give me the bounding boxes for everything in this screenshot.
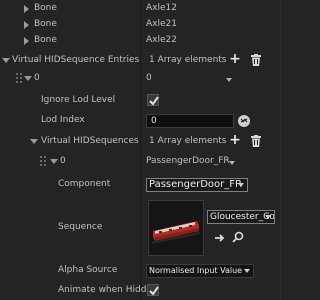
bone-value: Axle12 — [146, 3, 177, 13]
ignore-lod-label: Ignore Lod Level — [41, 95, 116, 105]
collapse-arrow-icon[interactable] — [2, 58, 10, 63]
ignore-lod-row: Ignore Lod Level — [0, 92, 300, 110]
component-row: Component PassengerDoor_FR — [0, 176, 300, 194]
alpha-source-dropdown[interactable]: Normalised Input Value — [146, 264, 254, 278]
dropdown-arrow-icon[interactable] — [226, 78, 232, 82]
delete-icon[interactable] — [251, 54, 261, 66]
bone-label: Bone — [34, 35, 57, 45]
ignore-lod-checkbox[interactable] — [147, 94, 159, 106]
animate-hidden-label: Animate when Hidden — [58, 285, 158, 295]
expand-arrow-icon[interactable] — [24, 21, 29, 29]
hid-sequences-count: 1 Array elements — [149, 136, 227, 146]
sequence-index-label: 0 — [60, 156, 66, 166]
collapse-arrow-icon[interactable] — [24, 76, 32, 81]
chevron-down-icon — [265, 215, 271, 219]
panel-edge — [280, 0, 281, 300]
expand-arrow-icon[interactable] — [24, 5, 29, 13]
bone-label: Bone — [34, 3, 57, 13]
search-icon[interactable] — [232, 231, 244, 243]
lod-index-row: Lod Index 0 — [0, 112, 300, 130]
lod-index-label: Lod Index — [41, 115, 85, 125]
hid-sequences-label: Virtual HIDSequences — [41, 136, 139, 146]
hid-entries-row[interactable]: Virtual HIDSequence Entries 1 Array elem… — [0, 52, 300, 70]
chevron-down-icon — [238, 183, 244, 187]
alpha-source-row: Alpha Source Normalised Input Value — [0, 262, 300, 280]
reset-icon[interactable] — [238, 115, 250, 127]
entry-index-label: 0 — [34, 73, 40, 83]
expand-arrow-icon[interactable] — [24, 37, 29, 45]
hid-entries-label: Virtual HIDSequence Entries — [12, 55, 140, 65]
drag-handle-icon[interactable] — [16, 73, 22, 85]
sequence-label: Sequence — [58, 222, 103, 232]
component-dropdown[interactable]: PassengerDoor_FR — [146, 178, 248, 192]
add-element-icon[interactable]: + — [229, 133, 241, 147]
dropdown-arrow-icon[interactable] — [229, 161, 235, 165]
collapse-arrow-icon[interactable] — [50, 159, 58, 164]
hid-entries-count: 1 Array elements — [149, 55, 227, 65]
sequence-thumbnail[interactable] — [148, 200, 204, 256]
animate-hidden-row: Animate when Hidden — [0, 282, 300, 300]
sequence-entry-value: PassengerDoor_FR — [146, 156, 230, 166]
sequence-asset-dropdown[interactable]: Gloucester_Co — [207, 210, 275, 224]
component-value: PassengerDoor_FR — [149, 179, 242, 190]
bone-row[interactable]: Bone Axle22 — [0, 32, 300, 50]
bone-label: Bone — [34, 19, 57, 29]
delete-icon[interactable] — [251, 135, 261, 147]
alpha-source-label: Alpha Source — [58, 265, 118, 275]
drag-handle-icon[interactable] — [40, 156, 46, 168]
collapse-arrow-icon[interactable] — [30, 139, 38, 144]
hid-sequences-row[interactable]: Virtual HIDSequences 1 Array elements + — [0, 133, 300, 151]
animate-hidden-checkbox[interactable] — [147, 284, 159, 296]
bone-value: Axle21 — [146, 19, 177, 29]
bone-value: Axle22 — [146, 35, 177, 45]
component-label: Component — [58, 179, 111, 189]
chevron-down-icon — [244, 269, 250, 273]
alpha-source-value: Normalised Input Value — [149, 266, 243, 275]
entry-row[interactable]: 0 0 — [0, 70, 300, 88]
column-divider[interactable] — [140, 0, 141, 300]
add-element-icon[interactable]: + — [229, 52, 241, 66]
use-selected-icon[interactable] — [214, 232, 226, 244]
train-icon — [149, 201, 203, 255]
entry-value: 0 — [146, 73, 152, 83]
lod-index-input[interactable]: 0 — [146, 114, 234, 128]
sequence-entry-row[interactable]: 0 PassengerDoor_FR — [0, 153, 300, 171]
